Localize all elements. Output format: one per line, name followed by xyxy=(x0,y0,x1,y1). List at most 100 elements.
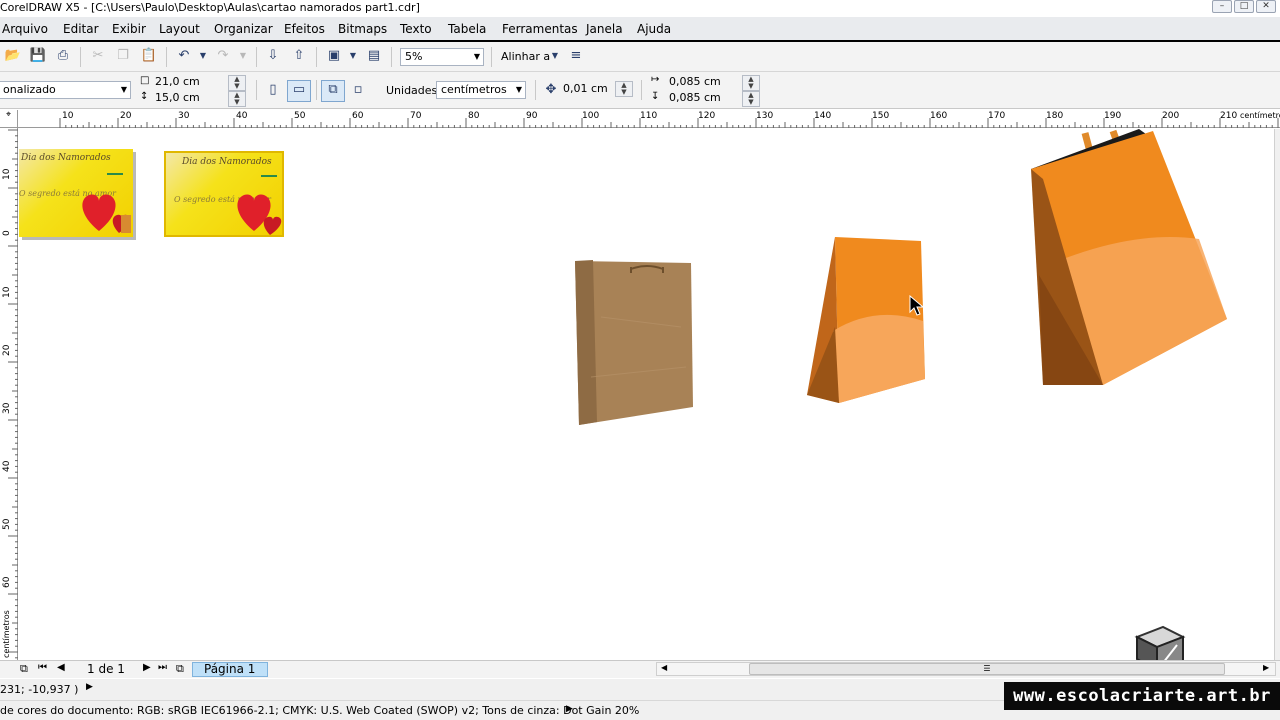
site-logo-cube-icon xyxy=(1134,625,1186,660)
orange-gift-bag-large[interactable] xyxy=(1029,129,1243,391)
ruler-tick-label: 10 xyxy=(62,111,74,121)
ruler-tick-label: 20 xyxy=(2,344,12,356)
nudge-spinner[interactable]: ▲ ▼ xyxy=(615,81,633,97)
drawing-canvas[interactable]: Dia dos Namorados O segredo está no amor… xyxy=(19,129,1274,660)
close-button[interactable]: ✕ xyxy=(1256,0,1276,13)
units-select[interactable]: centímetros ▼ xyxy=(436,81,526,99)
menu-ajuda[interactable]: Ajuda xyxy=(637,22,671,36)
scroll-left-icon[interactable]: ◀ xyxy=(661,663,667,672)
launcher-dropdown-icon[interactable]: ▼ xyxy=(344,47,362,65)
page-count: 1 de 1 xyxy=(87,662,125,676)
menu-janela[interactable]: Janela xyxy=(586,22,623,36)
duplicate-y-icon: ↧ xyxy=(651,91,660,102)
duplicate-y-field[interactable]: 0,085 cm xyxy=(665,90,739,106)
add-page-icon[interactable]: ⧉ xyxy=(20,662,28,676)
ruler-unit-label: centímetros xyxy=(1240,111,1280,120)
page-navigator: ⧉ ⏮ ◀ 1 de 1 ▶ ⏭ ⧉ Página 1 ◀ ☰ ▶ xyxy=(0,660,1280,678)
horizontal-scrollbar[interactable]: ◀ ☰ ▶ xyxy=(656,662,1276,676)
page-height-spinner[interactable]: ▲ ▼ xyxy=(228,91,246,107)
horizontal-scroll-thumb[interactable]: ☰ xyxy=(749,663,1225,675)
align-to-label[interactable]: Alinhar a xyxy=(501,50,550,63)
menu-arquivo[interactable]: Arquivo xyxy=(2,22,48,36)
vertical-scrollbar[interactable] xyxy=(1274,129,1280,660)
nudge-distance-field[interactable]: 0,01 cm xyxy=(559,81,615,99)
application-launcher-icon[interactable]: ▣ xyxy=(325,47,343,65)
cut-icon[interactable]: ✂ xyxy=(89,47,107,65)
page-tab[interactable]: Página 1 xyxy=(192,662,268,677)
title-bar: CorelDRAW X5 - [C:\Users\Paulo\Desktop\A… xyxy=(0,0,1280,17)
toolbar-divider xyxy=(80,47,81,67)
ruler-tick-label: 70 xyxy=(410,111,422,121)
redo-dropdown-icon[interactable]: ▼ xyxy=(234,47,252,65)
menu-editar[interactable]: Editar xyxy=(63,22,99,36)
minimize-button[interactable]: – xyxy=(1212,0,1232,13)
window-controls: – □ ✕ xyxy=(1212,0,1276,13)
menu-texto[interactable]: Texto xyxy=(400,22,432,36)
all-pages-icon[interactable]: ⧉ xyxy=(321,80,345,102)
menu-efeitos[interactable]: Efeitos xyxy=(284,22,325,36)
page-width-spinner[interactable]: ▲ ▼ xyxy=(228,75,246,91)
valentine-card-2[interactable]: Dia dos Namorados O segredo está no amor xyxy=(164,151,284,237)
align-dropdown-icon[interactable]: ▼ xyxy=(546,47,564,65)
menu-tabela[interactable]: Tabela xyxy=(448,22,486,36)
scroll-right-icon[interactable]: ▶ xyxy=(1263,663,1269,672)
portrait-icon[interactable]: ▯ xyxy=(264,81,282,99)
add-page-after-icon[interactable]: ⧉ xyxy=(176,662,184,676)
ruler-origin[interactable]: ⌖ xyxy=(0,110,18,128)
ruler-tick-label: 110 xyxy=(640,111,658,121)
undo-icon[interactable]: ↶ xyxy=(175,47,193,65)
menu-layout[interactable]: Layout xyxy=(159,22,200,36)
first-page-icon[interactable]: ⏮ xyxy=(38,662,47,673)
ruler-tick-label: 0 xyxy=(2,230,12,236)
vertical-ruler[interactable]: 10 0 10 20 30 40 50 60 centímetros xyxy=(0,128,18,660)
site-watermark: www.escolacriarte.art.br xyxy=(1004,682,1280,710)
page-size-value: onalizado xyxy=(3,83,56,96)
menu-exibir[interactable]: Exibir xyxy=(112,22,146,36)
duplicate-x-spinner[interactable]: ▲ ▼ xyxy=(742,75,760,91)
previous-page-icon[interactable]: ◀ xyxy=(57,662,65,673)
duplicate-x-field[interactable]: 0,085 cm xyxy=(665,74,739,90)
landscape-icon[interactable]: ▭ xyxy=(287,80,311,102)
duplicate-y-spinner[interactable]: ▲ ▼ xyxy=(742,91,760,107)
undo-dropdown-icon[interactable]: ▼ xyxy=(194,47,212,65)
current-page-icon[interactable]: ▫ xyxy=(349,81,367,99)
export-icon[interactable]: ⇧ xyxy=(290,47,308,65)
mouse-cursor-icon xyxy=(909,295,925,316)
page-height-field[interactable]: 15,0 cm xyxy=(151,90,227,106)
menu-ferramentas[interactable]: Ferramentas xyxy=(502,22,578,36)
horizontal-ruler[interactable]: 10 20 30 40 50 60 70 80 90 100 110 120 1… xyxy=(18,110,1280,128)
import-icon[interactable]: ⇩ xyxy=(264,47,282,65)
copy-icon[interactable]: ❐ xyxy=(114,47,132,65)
maximize-button[interactable]: □ xyxy=(1234,0,1254,13)
open-icon[interactable]: 📂 xyxy=(4,47,22,65)
page-size-select[interactable]: onalizado ▼ xyxy=(0,81,131,99)
save-icon[interactable]: 💾 xyxy=(29,47,47,65)
page-width-icon: □ xyxy=(140,75,150,86)
welcome-screen-icon[interactable]: ▤ xyxy=(365,47,383,65)
options-icon[interactable]: ≡ xyxy=(567,47,585,65)
last-page-icon[interactable]: ⏭ xyxy=(158,662,167,673)
page-height-value: 15,0 cm xyxy=(155,91,200,104)
ruler-tick-label: 20 xyxy=(120,111,132,121)
redo-icon[interactable]: ↷ xyxy=(214,47,232,65)
toolbar-divider xyxy=(641,80,642,100)
next-page-icon[interactable]: ▶ xyxy=(143,662,151,673)
paste-icon[interactable]: 📋 xyxy=(140,47,158,65)
expand-arrow-icon[interactable]: ▶ xyxy=(566,704,573,714)
orange-gift-bag-small[interactable] xyxy=(805,235,929,405)
print-icon[interactable]: ⎙ xyxy=(54,47,72,65)
toolbar-divider xyxy=(491,47,492,67)
window-title: CorelDRAW X5 - [C:\Users\Paulo\Desktop\A… xyxy=(0,1,420,14)
expand-arrow-icon[interactable]: ▶ xyxy=(86,682,93,692)
ruler-tick-label: 200 xyxy=(1162,111,1180,121)
chevron-down-icon: ▼ xyxy=(515,85,522,94)
zoom-level-select[interactable]: 5% ▼ xyxy=(400,48,484,66)
page-width-field[interactable]: 21,0 cm xyxy=(151,74,227,90)
menu-organizar[interactable]: Organizar xyxy=(214,22,273,36)
color-profile-text[interactable]: de cores do documento: RGB: sRGB IEC6196… xyxy=(0,704,639,717)
heart-icon xyxy=(237,194,282,235)
menu-bitmaps[interactable]: Bitmaps xyxy=(338,22,387,36)
toolbar-divider xyxy=(166,47,167,67)
valentine-card-1[interactable]: Dia dos Namorados O segredo está no amor xyxy=(19,149,133,237)
kraft-paper-bag[interactable] xyxy=(571,257,701,427)
